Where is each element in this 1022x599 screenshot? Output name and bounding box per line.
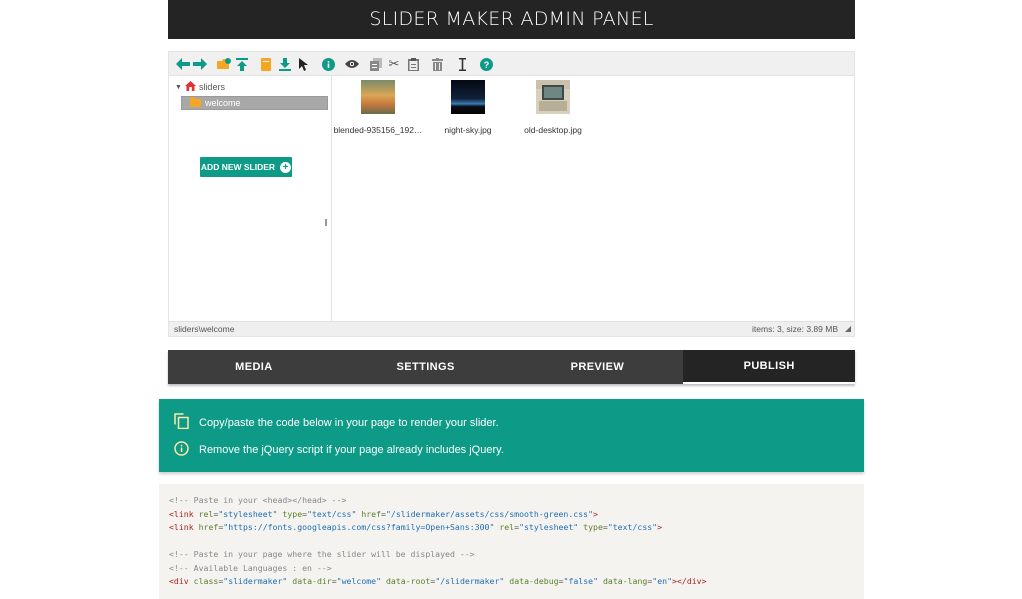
notice-text-jquery: Remove the jQuery script if your page al… <box>199 444 504 456</box>
select-cursor-icon[interactable] <box>296 56 312 72</box>
embed-code-block[interactable]: <!-- Paste in your <head></head> --> <li… <box>159 484 864 599</box>
info-icon[interactable] <box>320 56 336 72</box>
code-line: <link rel="stylesheet" type="text/css" h… <box>169 508 598 519</box>
file-name: old-desktop.jpg <box>524 125 582 135</box>
tree-root-label: sliders <box>198 82 225 92</box>
notice-row-copy: Copy/paste the code below in your page t… <box>174 413 499 432</box>
file-thumbnail <box>536 80 570 114</box>
file-grid: blended-935156_192… night-sky.jpg old-de… <box>333 76 854 321</box>
panel-resize-handle[interactable] <box>325 219 327 226</box>
copy-icon <box>174 413 189 432</box>
code-line: <!-- Paste in your <head></head> --> <box>169 495 347 505</box>
code-line: <div class="slidermaker" data-dir="welco… <box>169 576 707 586</box>
cut-icon[interactable]: ✂ <box>386 56 402 72</box>
rename-icon[interactable] <box>454 56 470 72</box>
file-name: night-sky.jpg <box>444 125 492 135</box>
home-icon <box>184 81 196 93</box>
upload-icon[interactable] <box>234 56 250 72</box>
copy-icon[interactable] <box>368 56 384 72</box>
file-manager-toolbar: ✂ ? <box>169 52 854 76</box>
expand-arrow-icon[interactable]: ▼ <box>175 84 182 91</box>
page-header: SLIDER MAKER ADMIN PANEL <box>168 0 855 39</box>
add-new-slider-label: ADD NEW SLIDER <box>200 162 276 172</box>
code-line: <!-- Available Languages : en --> <box>169 562 332 573</box>
tree-root-sliders[interactable]: ▼ sliders <box>175 81 225 93</box>
file-thumbnail <box>451 80 485 114</box>
paste-icon[interactable] <box>405 56 421 72</box>
notice-text-copy: Copy/paste the code below in your page t… <box>199 416 499 429</box>
status-bar: sliders\welcome items: 3, size: 3.89 MB <box>169 321 854 336</box>
tab-preview[interactable]: PREVIEW <box>512 350 684 384</box>
tab-media[interactable]: MEDIA <box>168 350 340 384</box>
publish-notice: Copy/paste the code below in your page t… <box>159 399 864 472</box>
file-thumbnail <box>361 80 395 114</box>
forward-icon[interactable] <box>192 56 208 72</box>
svg-text:?: ? <box>483 60 489 70</box>
items-summary: items: 3, size: 3.89 MB <box>752 324 838 334</box>
tab-settings[interactable]: SETTINGS <box>340 350 512 384</box>
main-tabs: MEDIA SETTINGS PREVIEW PUBLISH <box>168 350 855 384</box>
file-item[interactable]: night-sky.jpg <box>423 80 513 135</box>
back-icon[interactable] <box>175 56 191 72</box>
current-path: sliders\welcome <box>174 324 235 334</box>
file-name: blended-935156_192… <box>333 125 423 135</box>
plus-circle-icon: + <box>280 161 292 173</box>
help-icon[interactable]: ? <box>478 56 494 72</box>
add-new-slider-button[interactable]: ADD NEW SLIDER + <box>200 157 292 177</box>
preview-eye-icon[interactable] <box>344 56 360 72</box>
tree-item-welcome[interactable]: welcome <box>181 96 328 110</box>
file-item[interactable]: blended-935156_192… <box>333 80 423 135</box>
tab-publish[interactable]: PUBLISH <box>683 350 855 384</box>
file-manager: ✂ ? ▼ sliders welcome ADD NEW SLIDER + b… <box>168 51 855 337</box>
file-item[interactable]: old-desktop.jpg <box>508 80 598 135</box>
tree-item-label: welcome <box>205 98 241 108</box>
folder-tree: ▼ sliders welcome ADD NEW SLIDER + <box>169 76 332 321</box>
info-icon <box>174 441 189 459</box>
code-line: <!-- Paste in your page where the slider… <box>169 549 475 559</box>
notice-row-jquery: Remove the jQuery script if your page al… <box>174 441 504 459</box>
resize-grip-icon[interactable] <box>845 326 851 332</box>
folder-icon <box>190 97 201 107</box>
new-file-icon[interactable] <box>258 56 274 72</box>
page-title: SLIDER MAKER ADMIN PANEL <box>369 8 654 30</box>
code-line: <link href="https://fonts.googleapis.com… <box>169 522 663 532</box>
delete-icon[interactable] <box>429 56 445 72</box>
new-folder-icon[interactable] <box>216 56 232 72</box>
download-icon[interactable] <box>277 56 293 72</box>
